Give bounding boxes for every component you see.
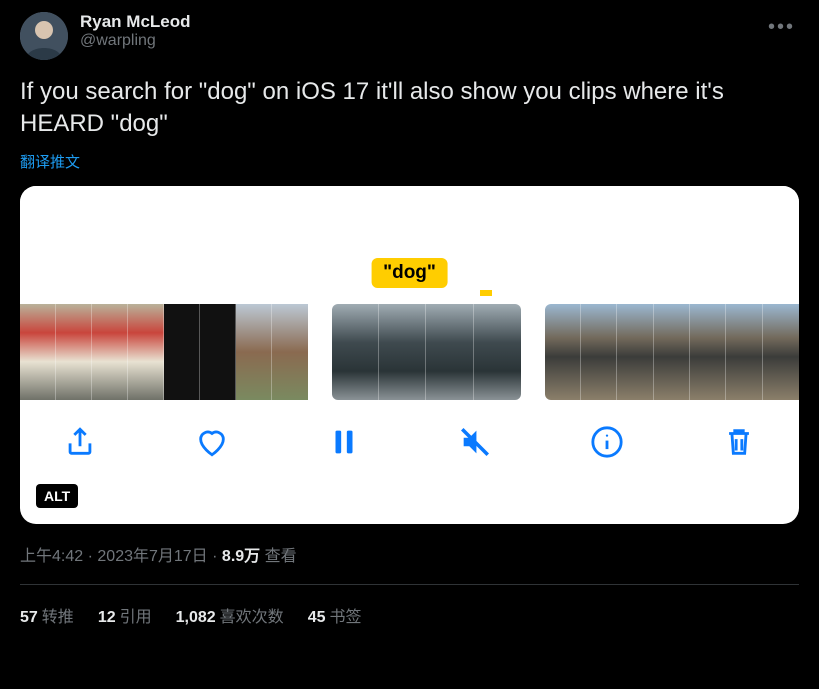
alt-badge[interactable]: ALT [36, 484, 78, 508]
trash-icon[interactable] [719, 422, 759, 462]
retweets-label: 转推 [42, 609, 74, 626]
info-icon[interactable] [587, 422, 627, 462]
video-filmstrip[interactable] [20, 304, 799, 400]
author-block[interactable]: Ryan McLeod @warpling [80, 12, 752, 50]
share-icon[interactable] [60, 422, 100, 462]
media-toolbar [20, 400, 799, 462]
handle: @warpling [80, 32, 752, 50]
pause-icon[interactable] [324, 422, 364, 462]
tweet-container: Ryan McLeod @warpling ••• If you search … [0, 0, 819, 627]
views-count: 8.9万 [222, 548, 260, 565]
bookmarks-count: 45 [308, 609, 326, 626]
clip-thumbnail[interactable] [332, 304, 521, 400]
translate-link[interactable]: 翻译推文 [20, 151, 80, 172]
tweet-date[interactable]: 2023年7月17日 [97, 548, 207, 565]
likes-label: 喜欢次数 [220, 609, 284, 626]
display-name: Ryan McLeod [80, 12, 752, 32]
quotes-label: 引用 [120, 609, 152, 626]
likes-count: 1,082 [176, 609, 216, 626]
tweet-body: If you search for "dog" on iOS 17 it'll … [20, 76, 799, 141]
media-whitespace: "dog" [20, 186, 799, 290]
retweets-stat[interactable]: 57转推 [20, 603, 74, 627]
tweet-time[interactable]: 上午4:42 [20, 548, 83, 565]
avatar[interactable] [20, 12, 68, 60]
bookmarks-label: 书签 [329, 609, 361, 626]
clip-thumbnail[interactable] [545, 304, 799, 400]
media-attachment[interactable]: "dog" [20, 186, 799, 524]
clip-thumbnail[interactable] [20, 304, 308, 400]
likes-stat[interactable]: 1,082喜欢次数 [176, 603, 284, 627]
tweet-header: Ryan McLeod @warpling ••• [20, 12, 799, 60]
heart-icon[interactable] [192, 422, 232, 462]
more-button[interactable]: ••• [764, 12, 799, 43]
tweet-stats: 57转推 12引用 1,082喜欢次数 45书签 [20, 585, 799, 627]
views-label: 查看 [265, 548, 297, 565]
search-term-chip: "dog" [371, 258, 448, 288]
quotes-count: 12 [98, 609, 116, 626]
retweets-count: 57 [20, 609, 38, 626]
quotes-stat[interactable]: 12引用 [98, 603, 152, 627]
bookmarks-stat[interactable]: 45书签 [308, 603, 362, 627]
playhead-marker [480, 290, 492, 296]
tweet-meta: 上午4:42 · 2023年7月17日 · 8.9万 查看 [20, 542, 799, 566]
mute-icon[interactable] [455, 422, 495, 462]
